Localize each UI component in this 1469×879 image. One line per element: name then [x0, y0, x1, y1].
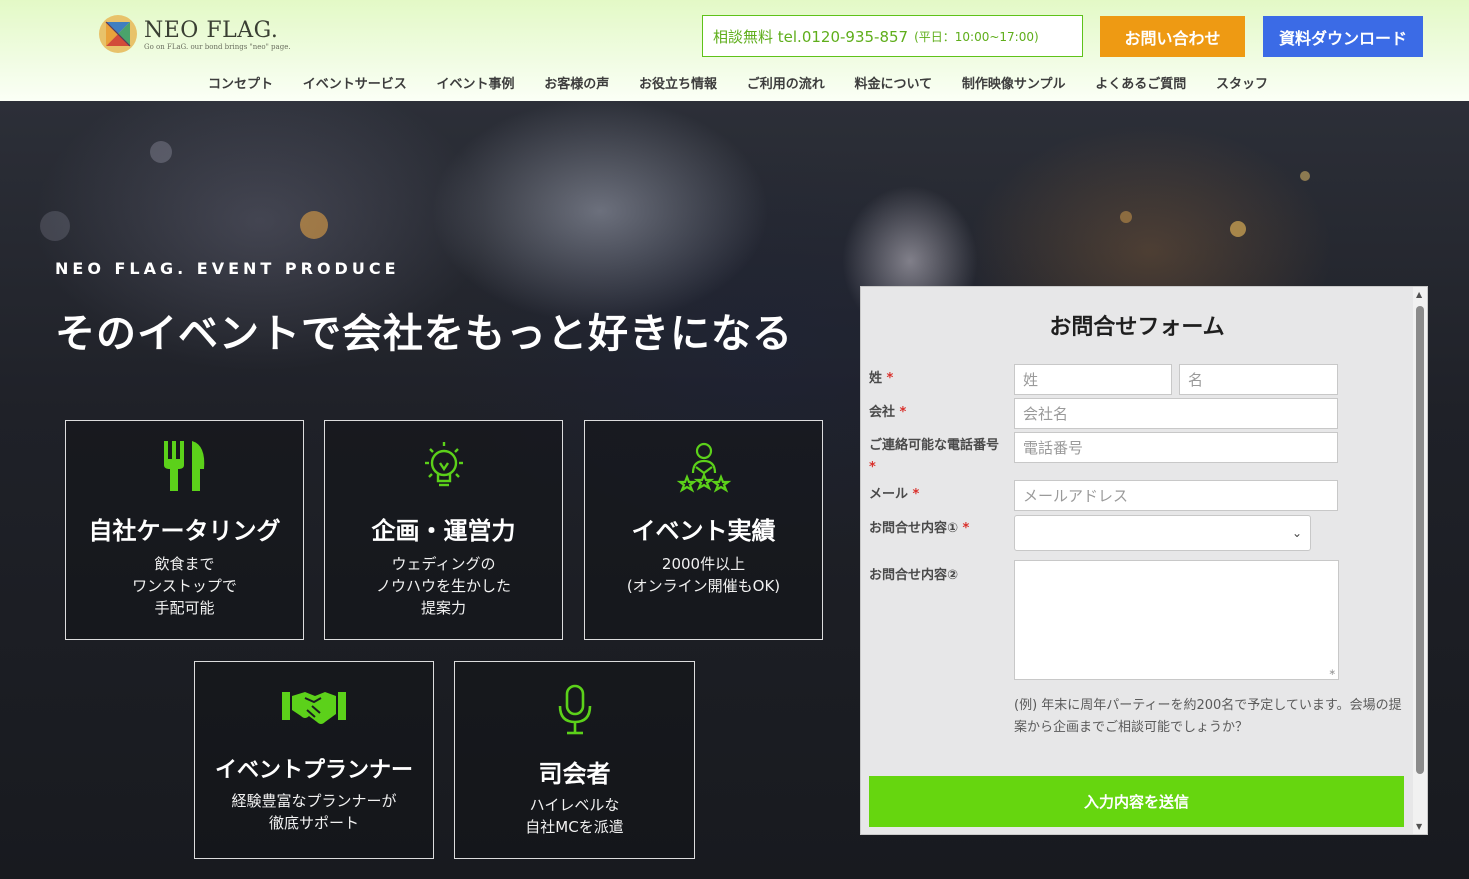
nav-item-event-service[interactable]: イベントサービス	[293, 73, 417, 97]
label-email: メール *	[869, 487, 920, 502]
lightbulb-icon	[424, 442, 463, 487]
hero-eyebrow: NEO FLAG. EVENT PRODUCE	[55, 259, 400, 278]
feature-title: イベント実績	[631, 517, 776, 545]
phone-box[interactable]: 相談無料 tel.0120-935-857 (平日：10:00~17:00)	[702, 15, 1083, 57]
contact-button[interactable]: お問い合わせ	[1100, 16, 1245, 57]
scroll-down-icon[interactable]: ▼	[1416, 822, 1422, 831]
label-inquiry2: お問合せ内容②	[869, 568, 959, 583]
last-name-input[interactable]: 姓	[1014, 364, 1172, 395]
logo-mark-icon	[99, 15, 137, 53]
phone-input[interactable]: 電話番号	[1014, 432, 1338, 463]
nav-item-tips[interactable]: お役立ち情報	[629, 73, 727, 97]
form-scrollbar[interactable]: ▲ ▼	[1413, 287, 1427, 834]
required-mark: *	[886, 371, 894, 386]
nav-item-voices[interactable]: お客様の声	[534, 73, 619, 97]
feature-title: イベントプランナー	[214, 758, 413, 783]
feature-card-catering: 自社ケータリング 飲食まで ワンストップで 手配可能	[65, 420, 304, 640]
feature-desc: 飲食まで ワンストップで 手配可能	[132, 555, 237, 617]
bokeh-light	[150, 141, 172, 163]
resize-grip-icon[interactable]: ∗	[1328, 668, 1336, 678]
label-inquiry1: お問合せ内容① *	[869, 521, 970, 536]
site-header: NEO FLAG. Go on FLaG. our bond brings "n…	[0, 0, 1469, 101]
contact-form-panel: お問合せフォーム 姓 * 姓 名 会社 * 会社名 ご連絡可能な電話番号 * 電話…	[860, 286, 1428, 835]
label-company: 会社 *	[869, 405, 907, 420]
bokeh-light	[1300, 171, 1310, 181]
microphone-icon	[558, 684, 591, 735]
feature-title: 司会者	[538, 760, 611, 788]
feature-card-planning: 企画・運営力 ウェディングの ノウハウを生かした 提案力	[324, 420, 563, 640]
label-name: 姓 *	[869, 371, 894, 386]
fork-knife-icon	[163, 441, 204, 491]
feature-title: 自社ケータリング	[88, 517, 281, 545]
submit-button[interactable]: 入力内容を送信	[869, 776, 1404, 827]
nav-item-pricing[interactable]: 料金について	[845, 73, 943, 97]
feature-desc: ウェディングの ノウハウを生かした 提案力	[375, 555, 511, 617]
feature-desc: 経験豊富なプランナーが 徹底サポート	[231, 792, 397, 832]
nav-item-concept[interactable]: コンセプト	[198, 73, 283, 97]
inquiry1-select[interactable]: ⌄	[1014, 515, 1311, 551]
phone-number: 相談無料 tel.0120-935-857	[713, 27, 909, 46]
phone-hours: (平日：10:00~17:00)	[914, 29, 1039, 44]
feature-card-track-record: イベント実績 2000件以上 (オンライン開催もOK)	[584, 420, 823, 640]
person-stars-icon	[676, 442, 731, 493]
logo[interactable]: NEO FLAG. Go on FLaG. our bond brings "n…	[98, 14, 298, 56]
required-mark: *	[912, 487, 920, 502]
bokeh-light	[1230, 221, 1246, 237]
label-phone: ご連絡可能な電話番号 *	[869, 438, 1000, 475]
hero-headline: そのイベントで会社をもっと好きになる	[55, 311, 793, 357]
scroll-thumb[interactable]	[1416, 306, 1424, 774]
feature-title: 企画・運営力	[371, 517, 516, 545]
nav-item-cases[interactable]: イベント事例	[427, 73, 525, 97]
form-title: お問合せフォーム	[1049, 315, 1225, 340]
logo-tagline: Go on FLaG. our bond brings "neo" page.	[144, 43, 291, 51]
feature-card-planner: イベントプランナー 経験豊富なプランナーが 徹底サポート	[194, 661, 434, 859]
nav-item-video-samples[interactable]: 制作映像サンプル	[952, 73, 1076, 97]
logo-name: NEO FLAG.	[144, 18, 279, 43]
feature-card-mc: 司会者 ハイレベルな 自社MCを派遣	[454, 661, 695, 859]
scroll-up-icon[interactable]: ▲	[1416, 290, 1422, 299]
bokeh-light	[1120, 211, 1132, 223]
feature-desc: ハイレベルな 自社MCを派遣	[525, 796, 624, 836]
first-name-input[interactable]: 名	[1179, 364, 1338, 395]
required-mark: *	[962, 521, 970, 536]
feature-desc: 2000件以上 (オンライン開催もOK)	[626, 555, 781, 595]
required-mark: *	[869, 460, 876, 475]
bokeh-light	[300, 211, 328, 239]
download-button[interactable]: 資料ダウンロード	[1263, 16, 1423, 57]
nav-item-faq[interactable]: よくあるご質問	[1085, 73, 1196, 97]
required-mark: *	[899, 405, 907, 420]
handshake-icon	[282, 692, 346, 724]
bokeh-light	[40, 211, 70, 241]
email-input[interactable]: メールアドレス	[1014, 480, 1338, 511]
company-input[interactable]: 会社名	[1014, 398, 1338, 429]
nav-item-staff[interactable]: スタッフ	[1206, 73, 1278, 97]
nav-item-flow[interactable]: ご利用の流れ	[737, 73, 835, 97]
chevron-down-icon: ⌄	[1291, 526, 1302, 540]
inquiry-hint: (例) 年末に周年パーティーを約200名で予定しています。会場の提案から企画まで…	[1014, 698, 1402, 735]
inquiry2-textarea[interactable]: ∗	[1014, 560, 1339, 680]
main-nav: コンセプト イベントサービス イベント事例 お客様の声 お役立ち情報 ご利用の流…	[198, 73, 1278, 97]
